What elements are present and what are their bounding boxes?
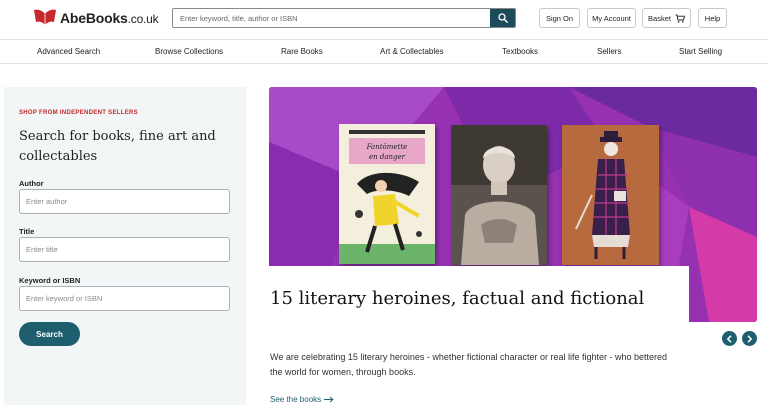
sign-on-button[interactable]: Sign On bbox=[539, 8, 580, 28]
basket-button[interactable]: Basket bbox=[642, 8, 691, 28]
book-cover-3[interactable] bbox=[562, 125, 659, 265]
author-label: Author bbox=[19, 179, 44, 188]
book-logo-icon bbox=[34, 9, 56, 25]
book-cover-3-art bbox=[562, 125, 659, 265]
basket-label: Basket bbox=[648, 13, 671, 23]
panel-eyebrow: SHOP FROM INDEPENDENT SELLERS bbox=[19, 110, 138, 116]
search-icon bbox=[497, 13, 508, 23]
header-search-input[interactable] bbox=[173, 9, 490, 27]
panel-heading: Search for books, fine art and collectab… bbox=[19, 129, 216, 164]
book-cover-1-title: Fantômette bbox=[366, 143, 408, 151]
book-cover-2-art bbox=[451, 125, 547, 265]
see-the-books-link[interactable]: See the books bbox=[270, 395, 334, 404]
site-header: AbeBooks.co.uk Sign On My Account Basket… bbox=[0, 0, 768, 38]
nav-rare-books[interactable]: Rare Books bbox=[281, 47, 323, 56]
title-label: Title bbox=[19, 227, 35, 236]
logo-text: AbeBooks.co.uk bbox=[60, 10, 159, 26]
title-input[interactable] bbox=[19, 237, 230, 262]
sign-on-label: Sign On bbox=[545, 13, 574, 23]
header-search bbox=[172, 8, 516, 28]
hero-card: 15 literary heroines, factual and fictio… bbox=[254, 266, 689, 410]
search-panel: SHOP FROM INDEPENDENT SELLERS Search for… bbox=[4, 87, 246, 405]
carousel-next-button[interactable] bbox=[742, 331, 757, 346]
panel-search-button[interactable]: Search bbox=[19, 322, 80, 346]
chevron-left-icon bbox=[726, 334, 732, 343]
arrow-right-icon bbox=[324, 396, 334, 403]
help-label: Help bbox=[704, 13, 721, 23]
nav-textbooks[interactable]: Textbooks bbox=[502, 47, 538, 56]
my-account-label: My Account bbox=[592, 13, 631, 23]
see-the-books-label: See the books bbox=[270, 395, 322, 404]
hero-title[interactable]: 15 literary heroines, factual and fictio… bbox=[270, 286, 650, 312]
book-cover-2[interactable] bbox=[451, 125, 547, 265]
main-nav: Advanced Search Browse Collections Rare … bbox=[0, 39, 768, 64]
book-cover-1-title-2: en danger bbox=[369, 153, 406, 161]
nav-start-selling[interactable]: Start Selling bbox=[679, 47, 722, 56]
keyword-label: Keyword or ISBN bbox=[19, 276, 81, 285]
my-account-button[interactable]: My Account bbox=[587, 8, 636, 28]
nav-advanced-search[interactable]: Advanced Search bbox=[37, 47, 100, 56]
book-cover-1[interactable]: Fantômette en danger bbox=[339, 124, 435, 264]
author-input[interactable] bbox=[19, 189, 230, 214]
hero-description: We are celebrating 15 literary heroines … bbox=[270, 352, 668, 377]
help-button[interactable]: Help bbox=[698, 8, 727, 28]
book-cover-1-art: Fantômette en danger bbox=[339, 124, 435, 264]
nav-sellers[interactable]: Sellers bbox=[597, 47, 621, 56]
nav-art-collectables[interactable]: Art & Collectables bbox=[380, 47, 444, 56]
chevron-right-icon bbox=[747, 334, 753, 343]
cart-icon bbox=[675, 14, 685, 23]
abebooks-logo[interactable]: AbeBooks.co.uk bbox=[33, 8, 159, 28]
header-search-button[interactable] bbox=[490, 9, 515, 27]
keyword-input[interactable] bbox=[19, 286, 230, 311]
carousel-prev-button[interactable] bbox=[722, 331, 737, 346]
nav-browse-collections[interactable]: Browse Collections bbox=[155, 47, 223, 56]
